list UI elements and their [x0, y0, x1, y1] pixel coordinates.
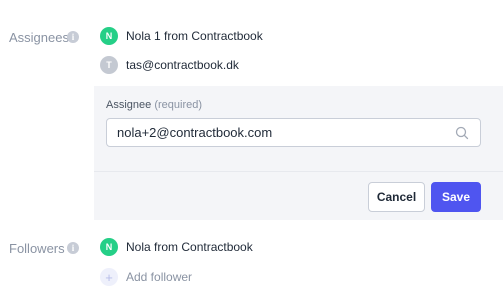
followers-label: Followers	[9, 241, 65, 256]
assignee-field-label: Assignee (required)	[106, 99, 202, 111]
assignee-item[interactable]: T tas@contractbook.dk	[100, 55, 239, 75]
avatar: N	[100, 27, 118, 45]
assignee-field-label-text: Assignee	[106, 99, 152, 111]
assignee-item[interactable]: N Nola 1 from Contractbook	[100, 26, 263, 46]
search-icon[interactable]	[450, 121, 474, 145]
add-follower-label: Add follower	[126, 270, 193, 284]
assignee-name: tas@contractbook.dk	[126, 58, 239, 72]
info-icon[interactable]: i	[67, 31, 79, 43]
assignee-search-field[interactable]	[106, 118, 481, 147]
save-button[interactable]: Save	[431, 182, 481, 212]
assignees-label: Assignees	[9, 30, 69, 45]
info-icon[interactable]: i	[67, 242, 79, 254]
add-follower-button[interactable]: + Add follower	[100, 267, 192, 287]
cancel-button[interactable]: Cancel	[368, 182, 425, 212]
avatar: N	[100, 238, 118, 256]
required-note: (required)	[154, 99, 203, 111]
assignee-name: Nola 1 from Contractbook	[126, 29, 263, 43]
assignee-input[interactable]	[107, 119, 450, 146]
panel-divider	[94, 171, 503, 172]
avatar: T	[100, 56, 118, 74]
plus-icon: +	[100, 268, 118, 286]
follower-name: Nola from Contractbook	[126, 240, 253, 254]
follower-item[interactable]: N Nola from Contractbook	[100, 237, 253, 257]
